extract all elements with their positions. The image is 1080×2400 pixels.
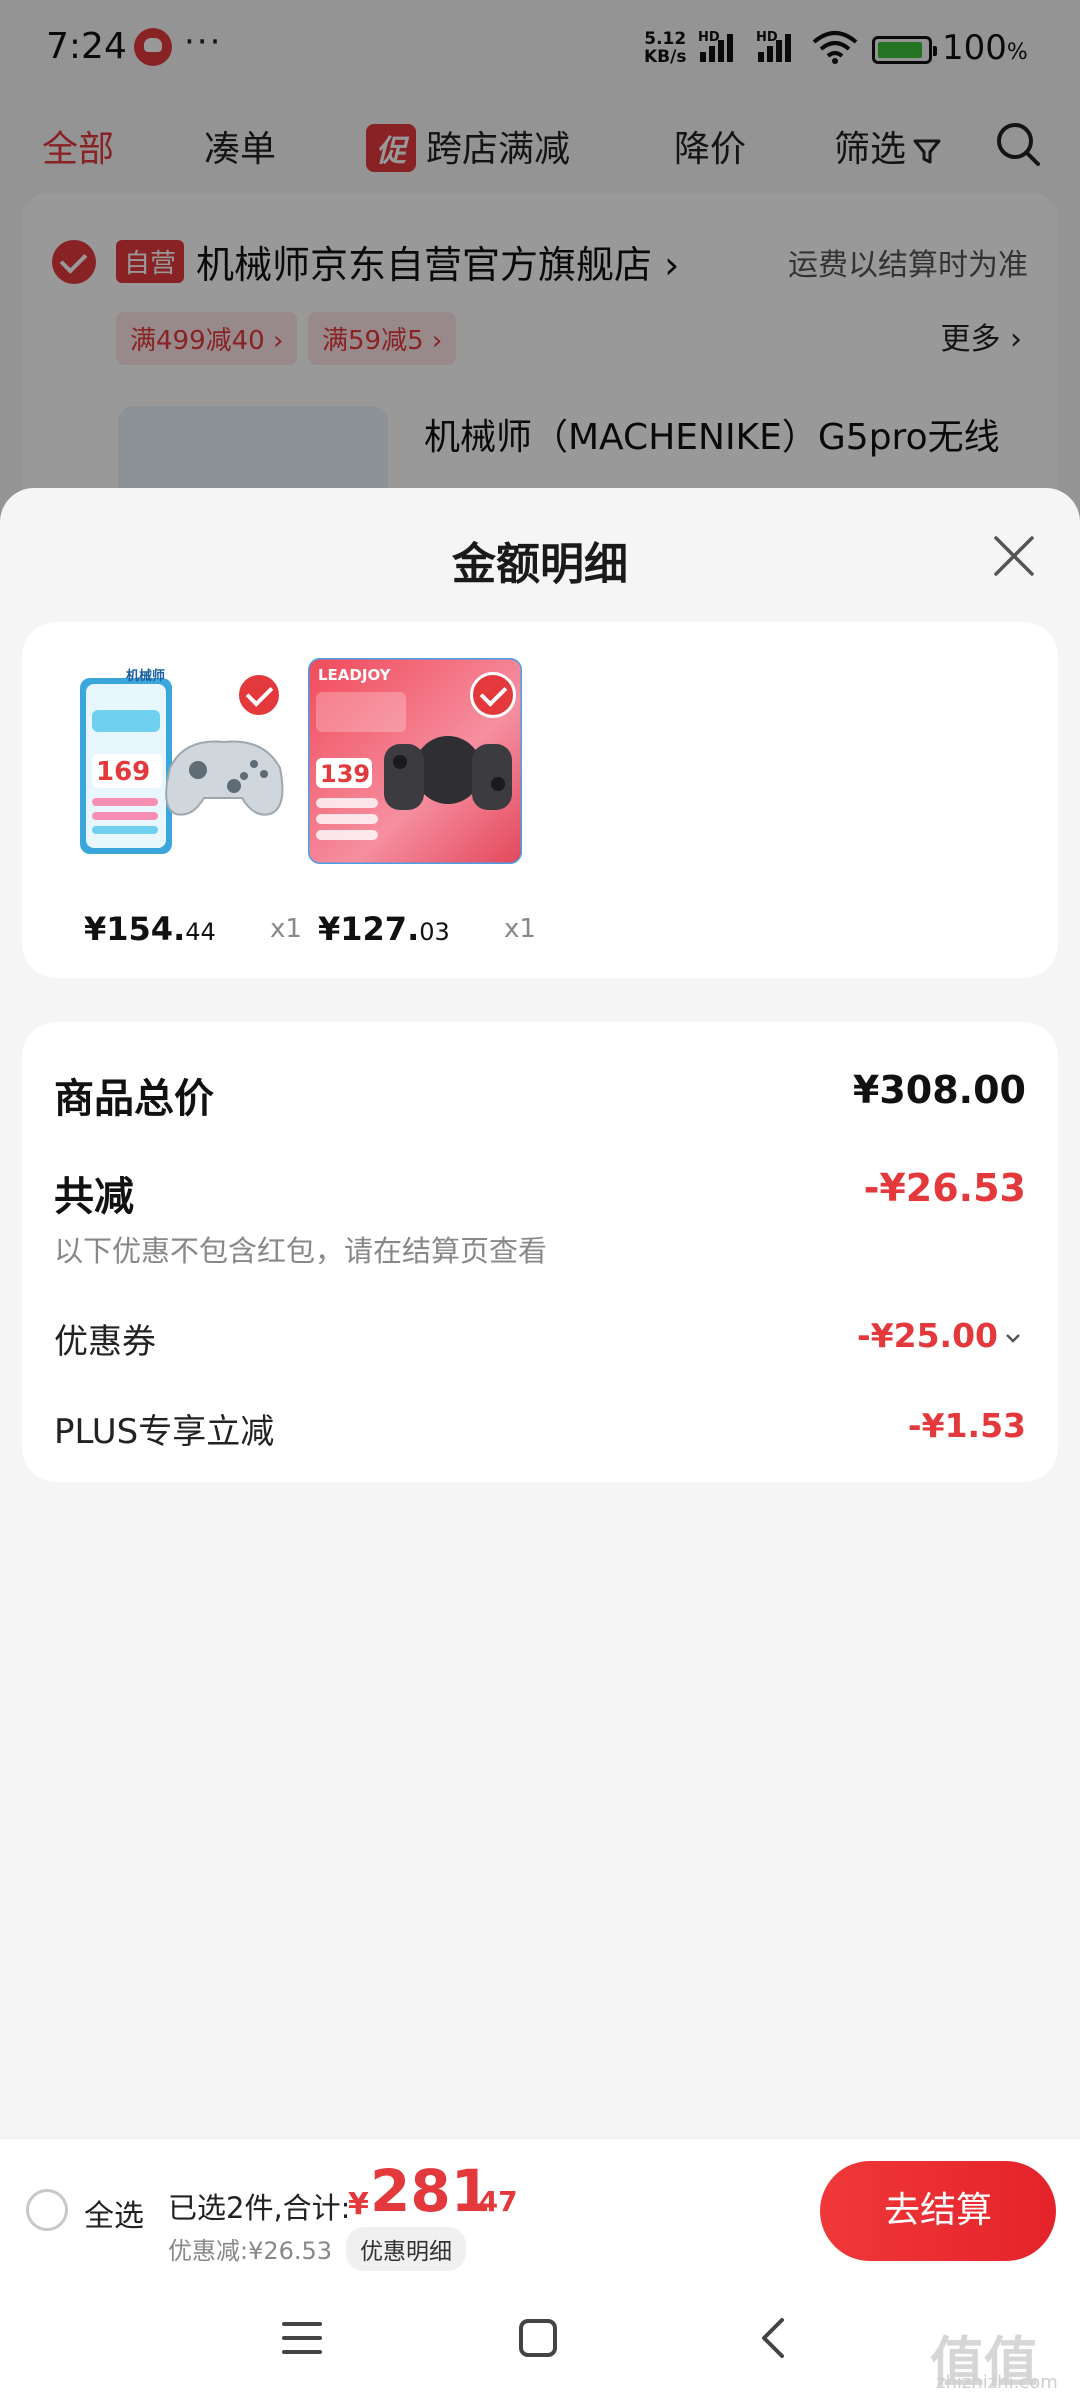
select-all-radio[interactable] [26, 2189, 68, 2231]
sheet-title: 金额明细 [452, 539, 628, 590]
selected-items-card: 机械师 169 ¥154.44 x1 LEADJOY 139 ¥127.03 x… [22, 622, 1058, 978]
chevron-down-icon [1006, 1333, 1020, 1343]
total-price-label: 商品总价 [54, 1076, 214, 1122]
system-nav-bar [0, 2274, 1080, 2400]
item-price-decimal: 03 [419, 918, 450, 946]
total-currency: ¥ [348, 2187, 369, 2222]
back-icon[interactable] [748, 2312, 800, 2364]
product-image: LEADJOY 139 [308, 658, 522, 864]
item-quantity: x1 [270, 914, 302, 944]
home-icon[interactable] [512, 2312, 564, 2364]
selected-summary: 已选2件,合计: [168, 2191, 351, 2225]
selected-item[interactable]: LEADJOY 139 ¥127.03 x1 [308, 658, 536, 958]
total-reduction-label: 共减 [54, 1174, 134, 1220]
checkout-bar: 全选 已选2件,合计: ¥ 281 .47 优惠减:¥26.53 优惠明细 去结… [0, 2138, 1080, 2274]
menu-icon[interactable] [276, 2312, 328, 2364]
item-selected-check-icon [470, 672, 516, 718]
discount-detail-button[interactable]: 优惠明细 [346, 2227, 466, 2271]
product-image-brand: LEADJOY [318, 666, 392, 684]
item-price-decimal: 44 [185, 918, 216, 946]
select-all-label[interactable]: 全选 [84, 2191, 144, 2235]
coupon-row[interactable]: -¥25.00 [857, 1316, 1022, 1355]
selected-item[interactable]: 机械师 169 ¥154.44 x1 [74, 658, 302, 958]
product-image-brand: 机械师 [126, 668, 165, 684]
item-price-main: ¥154. [84, 910, 186, 948]
item-price: ¥154.44 [84, 910, 216, 948]
product-image-promo-price: 139 [320, 760, 370, 788]
coupon-label: 优惠券 [54, 1322, 156, 1362]
discount-amount: 优惠减:¥26.53 [168, 2237, 333, 2265]
product-image: 机械师 169 [74, 658, 288, 864]
plus-discount-label: PLUS专享立减 [54, 1412, 275, 1452]
watermark-url: zhizhizhi.com [936, 2372, 1058, 2393]
price-summary-card: 商品总价 ¥308.00 共减 -¥26.53 以下优惠不包含红包，请在结算页查… [22, 1022, 1058, 1482]
amount-detail-sheet: 金额明细 机械师 169 ¥154.44 x1 LEADJOY 139 ¥127… [0, 488, 1080, 2138]
coupon-value: -¥25.00 [856, 1316, 998, 1355]
item-price-main: ¥127. [318, 910, 420, 948]
item-price: ¥127.03 [318, 910, 450, 948]
close-icon[interactable] [990, 532, 1038, 580]
reduction-note: 以下优惠不包含红包，请在结算页查看 [54, 1234, 548, 1268]
product-image-promo-price: 169 [96, 757, 150, 787]
total-price-value: ¥308.00 [852, 1068, 1026, 1112]
total-reduction-value: -¥26.53 [863, 1166, 1026, 1210]
plus-discount-value: -¥1.53 [907, 1406, 1026, 1445]
item-selected-check-icon [236, 672, 282, 718]
total-amount-decimal: .47 [468, 2185, 518, 2218]
checkout-button[interactable]: 去结算 [820, 2161, 1056, 2261]
item-quantity: x1 [504, 914, 536, 944]
